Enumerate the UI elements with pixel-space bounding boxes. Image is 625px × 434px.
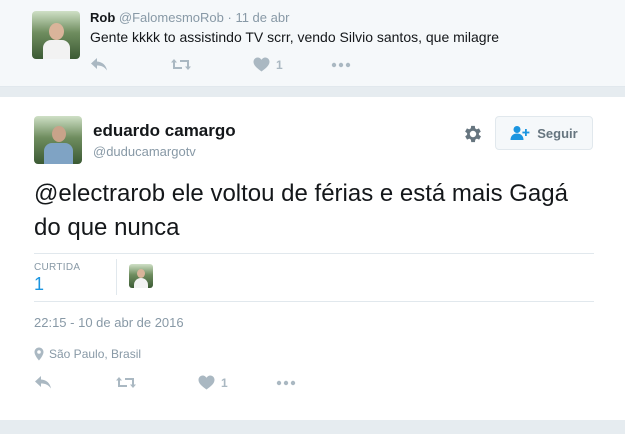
retweet-icon bbox=[116, 377, 136, 388]
likes-stat-value[interactable]: 1 bbox=[34, 274, 44, 295]
reply-icon bbox=[35, 376, 51, 389]
parent-tweet-date[interactable]: 11 de abr bbox=[235, 10, 289, 25]
main-retweet-button[interactable] bbox=[115, 375, 137, 390]
retweet-icon bbox=[171, 59, 191, 70]
bottom-strip bbox=[0, 420, 625, 434]
reply-icon bbox=[91, 58, 107, 71]
tweet-location[interactable]: São Paulo, Brasil bbox=[34, 347, 141, 361]
stats-divider-top bbox=[34, 253, 594, 254]
parent-author-name[interactable]: Rob bbox=[90, 10, 115, 25]
parent-more-button[interactable] bbox=[331, 58, 351, 72]
heart-icon bbox=[253, 57, 270, 72]
location-label: São Paulo, Brasil bbox=[49, 347, 142, 361]
heart-icon bbox=[198, 375, 215, 390]
main-tweet-text: @electrarob ele voltou de férias e está … bbox=[34, 180, 568, 241]
stats-divider-bottom bbox=[34, 301, 594, 302]
parent-author-handle[interactable]: @FalomesmoRob bbox=[119, 10, 224, 25]
main-more-button[interactable] bbox=[276, 376, 296, 390]
follow-button[interactable]: Seguir bbox=[495, 116, 593, 150]
parent-tweet-header: Rob @FalomesmoRob · 11 de abr bbox=[90, 10, 289, 25]
more-icon bbox=[276, 380, 296, 386]
parent-tweet[interactable]: Rob @FalomesmoRob · 11 de abr Gente kkkk… bbox=[0, 0, 625, 87]
gear-icon[interactable] bbox=[462, 123, 484, 145]
parent-reply-button[interactable] bbox=[90, 57, 108, 72]
parent-avatar[interactable] bbox=[32, 11, 80, 59]
main-author-name[interactable]: eduardo camargo bbox=[93, 121, 236, 141]
location-pin-icon bbox=[34, 347, 44, 361]
header-separator: · bbox=[227, 10, 232, 25]
more-icon bbox=[331, 62, 351, 68]
tweet-timestamp[interactable]: 22:15 - 10 de abr de 2016 bbox=[34, 315, 184, 330]
parent-retweet-button[interactable] bbox=[170, 57, 192, 72]
parent-like-button[interactable]: 1 bbox=[253, 57, 283, 72]
parent-tweet-text: Gente kkkk to assistindo TV scrr, vendo … bbox=[90, 29, 500, 45]
main-author-avatar[interactable] bbox=[34, 116, 82, 164]
main-reply-button[interactable] bbox=[34, 375, 52, 390]
likes-stat-label[interactable]: CURTIDA bbox=[34, 262, 80, 273]
main-like-button[interactable]: 1 bbox=[198, 375, 228, 390]
parent-like-count: 1 bbox=[276, 57, 283, 72]
main-tweet: eduardo camargo @duducamargotv Seguir @e… bbox=[0, 97, 625, 420]
main-like-count: 1 bbox=[221, 375, 228, 390]
add-user-icon bbox=[510, 126, 530, 140]
liker-avatar[interactable] bbox=[129, 264, 153, 288]
main-author-handle[interactable]: @duducamargotv bbox=[93, 144, 196, 159]
follow-button-label: Seguir bbox=[537, 125, 578, 141]
stats-vertical-divider bbox=[116, 259, 117, 295]
